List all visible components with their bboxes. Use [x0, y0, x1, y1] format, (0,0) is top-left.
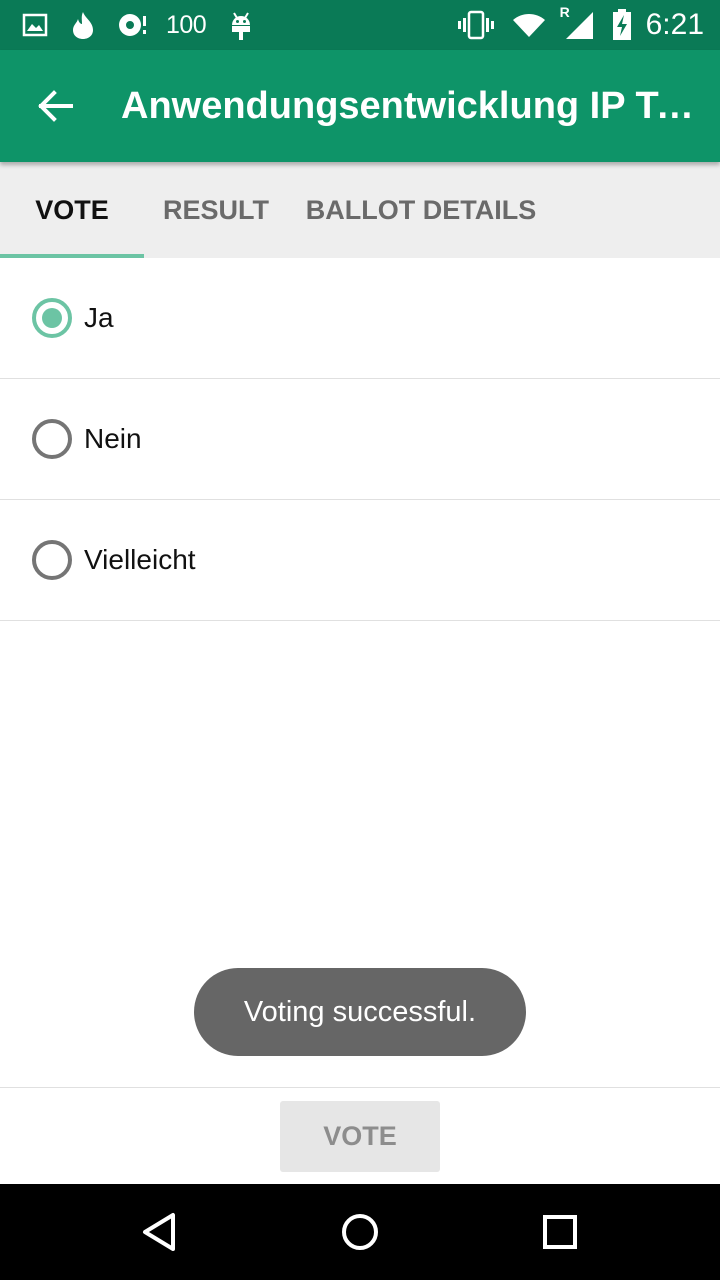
option-ja[interactable]: Ja [0, 258, 720, 379]
radio-button[interactable] [32, 540, 72, 580]
option-nein[interactable]: Nein [0, 379, 720, 500]
app-toolbar: Anwendungsentwicklung IP Telefonie [0, 50, 720, 162]
recents-square-icon [542, 1214, 578, 1250]
option-label: Vielleicht [84, 544, 196, 575]
tab-vote[interactable]: VOTE [0, 162, 144, 258]
vote-button[interactable]: VOTE [280, 1101, 440, 1172]
footer: VOTE [0, 1087, 720, 1185]
radio-dot [42, 308, 62, 328]
nav-recents-button[interactable] [528, 1200, 592, 1264]
status-bar-notifications: 100 [22, 0, 254, 50]
option-vielleicht[interactable]: Vielleicht [0, 500, 720, 621]
tab-ballot-details[interactable]: BALLOT DETAILS [288, 162, 554, 258]
status-bar-system: R 6:21 [457, 0, 704, 50]
flame-icon [70, 10, 96, 40]
home-circle-icon [340, 1212, 380, 1252]
roaming-indicator: R [559, 4, 570, 20]
option-label: Nein [84, 423, 142, 454]
nav-back-button[interactable] [128, 1200, 192, 1264]
navigation-bar [0, 1184, 720, 1280]
page-title: Anwendungsentwicklung IP Telefonie [121, 85, 711, 127]
cell-signal-icon: R [560, 4, 594, 40]
wifi-icon [512, 12, 546, 38]
radio-button-selected[interactable] [32, 298, 72, 338]
toast-message: Voting successful. [194, 968, 526, 1056]
radio-button[interactable] [32, 419, 72, 459]
nav-home-button[interactable] [328, 1200, 392, 1264]
clock: 6:21 [645, 8, 704, 41]
vibrate-icon [457, 10, 494, 40]
notification-count: 100 [166, 10, 207, 39]
back-button[interactable] [24, 74, 88, 138]
android-icon [228, 9, 254, 41]
tab-bar: VOTE RESULT BALLOT DETAILS [0, 162, 720, 258]
arrow-back-icon [38, 90, 74, 122]
image-icon [22, 13, 48, 37]
tab-result[interactable]: RESULT [144, 162, 288, 258]
status-bar: 100 R 6:21 [0, 0, 720, 50]
option-label: Ja [84, 302, 114, 333]
voicemail-icon [118, 11, 150, 39]
battery-charging-icon [612, 9, 632, 41]
back-triangle-icon [140, 1212, 180, 1252]
